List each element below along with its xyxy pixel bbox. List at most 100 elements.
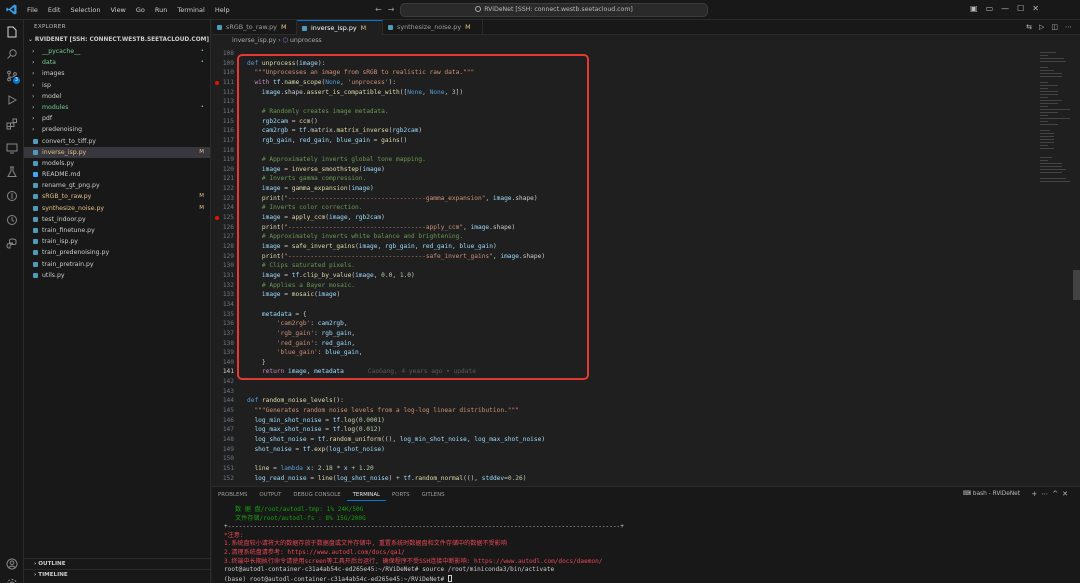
code-line: 150 <box>212 454 1042 464</box>
code-token: exp <box>314 445 326 453</box>
menu-item-run[interactable]: Run <box>150 0 172 20</box>
code-text: def random_noise_levels(): <box>247 396 344 406</box>
minimap[interactable] <box>1040 47 1070 227</box>
menu-item-edit[interactable]: Edit <box>43 0 66 20</box>
breadcrumb-symbol[interactable]: unprocess <box>290 37 322 44</box>
panel-tab-terminal[interactable]: TERMINAL <box>346 487 387 501</box>
file-item[interactable]: test_indoor.py <box>24 214 210 225</box>
file-item[interactable]: models.py <box>24 158 210 169</box>
python-file-icon <box>33 183 38 189</box>
split-editor-icon[interactable]: ◫ <box>1051 23 1058 31</box>
code-token: ): <box>317 59 326 67</box>
minimize-icon[interactable]: — <box>1001 4 1009 13</box>
menu-item-go[interactable]: Go <box>131 0 150 20</box>
code-line: 133 image = mosaic(image) <box>212 290 1042 300</box>
add-terminal-icon[interactable]: + <box>1031 490 1041 498</box>
nav-arrows-icon[interactable]: ←→ <box>375 5 400 14</box>
folder-item[interactable]: › __pycache__ • <box>24 46 210 57</box>
menu-item-terminal[interactable]: Terminal <box>172 0 209 20</box>
close-panel-icon[interactable]: ✕ <box>1062 490 1072 498</box>
code-token: None <box>407 88 423 96</box>
code-token: return <box>247 368 288 376</box>
file-item[interactable]: train_isp.py <box>24 236 210 247</box>
compare-changes-icon[interactable]: ⇆ <box>1026 23 1032 31</box>
panel-controls: +⋯^✕ <box>1031 490 1072 498</box>
code-token: "-------------------------------------ga… <box>284 194 486 202</box>
more-actions-icon[interactable]: ⋯ <box>1065 23 1072 31</box>
panel-tab-ports[interactable]: PORTS <box>386 487 416 501</box>
tab-srgb-to-raw[interactable]: sRGB_to_raw.py M <box>212 20 297 35</box>
terminal-output[interactable]: 数 据 盘/root/autodl-tmp: 1% 24K/50G 文件存储/r… <box>224 506 1074 583</box>
folder-item[interactable]: › pdf <box>24 113 210 124</box>
tab-synthesize-noise[interactable]: synthesize_noise.py M <box>383 20 483 35</box>
panel-tab-output[interactable]: OUTPUT <box>253 487 287 501</box>
explorer-icon[interactable] <box>6 26 18 38</box>
code-token: 2.18 <box>317 464 333 472</box>
panel-tab-debug-console[interactable]: DEBUG CONSOLE <box>287 487 346 501</box>
code-token: image <box>247 271 281 279</box>
line-number: 134 <box>222 300 234 308</box>
search-icon[interactable] <box>6 48 18 60</box>
file-item[interactable]: train_finetune.py <box>24 225 210 236</box>
menu-item-help[interactable]: Help <box>210 0 235 20</box>
layout-toggle-icon[interactable]: ▣ <box>970 4 978 13</box>
account-icon[interactable] <box>6 558 18 570</box>
extensions-icon[interactable] <box>6 118 18 130</box>
file-item[interactable]: utils.py <box>24 270 210 281</box>
folder-item[interactable]: › model <box>24 91 210 102</box>
more-actions-icon[interactable]: ⋯ <box>1041 490 1052 498</box>
file-item[interactable]: README.md <box>24 169 210 180</box>
chevron-right-icon: › <box>32 59 35 67</box>
file-item[interactable]: inverse_isp.py M <box>24 146 210 158</box>
code-text: shot_noise = tf.exp(log_shot_noise) <box>247 445 384 455</box>
code-editor[interactable]: 108 109 def unprocess(image): 110 """Unproc… <box>212 47 1080 485</box>
file-item[interactable]: convert_to_tiff.py <box>24 136 210 147</box>
remote-explorer-icon[interactable] <box>6 142 18 154</box>
code-line: 109 def unprocess(image): <box>212 59 1042 69</box>
file-item[interactable]: train_pretrain.py <box>24 259 210 270</box>
menu-item-view[interactable]: View <box>105 0 130 20</box>
code-token: rgb_gain <box>321 329 352 337</box>
minimap-line <box>1040 105 1048 107</box>
maximize-icon[interactable]: ☐ <box>1017 4 1024 13</box>
menu-item-file[interactable]: File <box>22 0 43 20</box>
file-item[interactable]: sRGB_to_raw.py M <box>24 191 210 202</box>
line-number: 125 <box>222 214 234 222</box>
folder-item[interactable]: › predenoising <box>24 124 210 135</box>
file-item[interactable]: train_predenoising.py <box>24 247 210 258</box>
file-item[interactable]: synthesize_noise.py M <box>24 203 210 214</box>
menu-item-selection[interactable]: Selection <box>65 0 105 20</box>
folder-item[interactable]: › modules • <box>24 102 210 113</box>
run-debug-icon[interactable] <box>6 94 18 106</box>
panel-toggle-icon[interactable]: ▭ <box>986 4 994 13</box>
timeline-section[interactable]: › TIMELINE <box>24 569 211 580</box>
folder-item[interactable]: › isp <box>24 80 210 91</box>
folder-item[interactable]: › data • <box>24 57 210 68</box>
python-icon[interactable] <box>6 238 18 250</box>
chevron-right-icon: › <box>32 81 35 89</box>
timeline-history-icon[interactable] <box>6 214 18 226</box>
breadcrumb-file[interactable]: inverse_isp.py <box>232 37 276 44</box>
tab-inverse-isp[interactable]: inverse_isp.py M <box>297 20 383 35</box>
editor-scrollbar[interactable] <box>1073 270 1080 300</box>
run-icon[interactable]: ▷ <box>1039 23 1044 31</box>
outline-section[interactable]: › OUTLINE <box>24 558 211 569</box>
file-item[interactable]: rename_gt_png.py <box>24 180 210 191</box>
panel-tab-problems[interactable]: PROBLEMS <box>212 487 253 501</box>
code-text: return image, metadata CaoGang, 4 years a… <box>247 367 476 377</box>
panel-tab-gitlens[interactable]: GITLENS <box>416 487 451 501</box>
terminal-instance[interactable]: ⌨ bash - RViDeNet <box>963 491 1020 497</box>
folder-item[interactable]: › images <box>24 68 210 79</box>
git-status-marker: M <box>199 148 204 155</box>
code-line: 126 print("-----------------------------… <box>212 223 1042 233</box>
code-token: ) <box>522 474 527 482</box>
settings-gear-icon[interactable] <box>6 578 18 583</box>
testing-icon[interactable] <box>6 166 18 178</box>
command-center-search[interactable]: RViDeNet [SSH: connect.westb.seetacloud.… <box>400 3 708 17</box>
close-icon[interactable]: ✕ <box>1032 4 1039 13</box>
maximize-panel-icon[interactable]: ^ <box>1052 490 1062 498</box>
gitlens-icon[interactable] <box>6 190 18 202</box>
workspace-root[interactable]: ⌄ RVIDENET [SSH: CONNECT.WESTB.SEETACLOU… <box>24 34 210 46</box>
minimap-line <box>1040 102 1058 104</box>
code-token: image <box>247 243 281 250</box>
